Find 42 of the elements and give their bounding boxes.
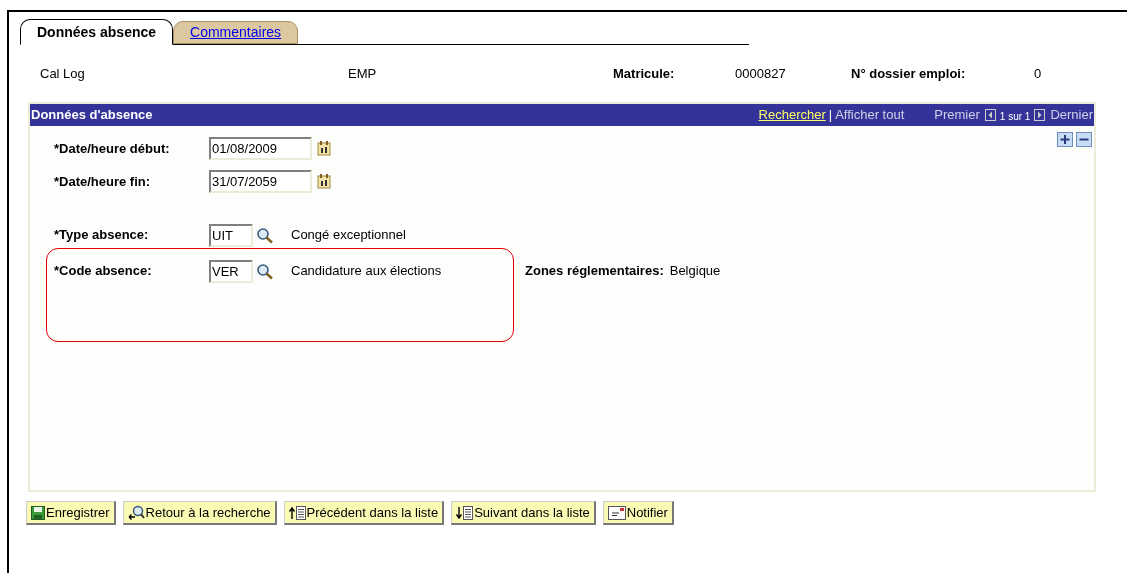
employee-type: EMP (348, 65, 378, 84)
field-label: *Date/heure début: (54, 139, 171, 158)
toolbar-button[interactable]: Retour à la recherche (122, 501, 277, 525)
employee-name: Cal Log (40, 65, 86, 84)
field-value: 0 (1034, 65, 1042, 84)
magnifier-arrow-icon (127, 505, 145, 520)
show-all-link[interactable]: Afficher tout (835, 105, 905, 125)
toolbar-button[interactable]: Suivant dans la liste (451, 501, 596, 525)
field-label: *Type absence: (54, 226, 150, 245)
field-value: Belgique (669, 262, 721, 281)
search-icon[interactable] (256, 262, 274, 280)
field-value: 0000827 (735, 65, 787, 84)
date-field[interactable]: 01/08/2009 (209, 137, 312, 160)
add-row-icon[interactable] (1057, 132, 1073, 147)
envelope-icon (607, 505, 626, 520)
field-label: *Date/heure fin: (54, 172, 152, 191)
field-label: Matricule: (613, 65, 676, 84)
code-field[interactable]: VER (209, 259, 253, 283)
up-arrow-list-icon (288, 505, 306, 520)
delete-row-icon[interactable] (1076, 132, 1092, 147)
code-field[interactable]: UIT (209, 223, 253, 247)
first-label: Premier (934, 106, 980, 125)
last-label: Dernier (1050, 106, 1093, 125)
tab[interactable]: Données absence (20, 19, 174, 45)
field-label: N° dossier emploi: (851, 65, 967, 84)
description: Candidature aux élections (291, 262, 443, 281)
tab[interactable]: Commentaires (173, 21, 299, 44)
toolbar-button[interactable]: Enregistrer (26, 501, 116, 525)
search-link[interactable]: Rechercher (758, 105, 826, 125)
search-icon[interactable] (256, 226, 274, 244)
toolbar-button[interactable]: Notifier (602, 501, 674, 525)
calendar-icon[interactable] (317, 174, 331, 189)
description: Congé exceptionnel (291, 226, 407, 245)
field-label: Zones réglementaires: (525, 262, 664, 281)
panel-title: Données d'absence (31, 106, 153, 125)
page-position: 1 sur 1 (999, 110, 1031, 124)
date-field[interactable]: 31/07/2059 (209, 170, 312, 193)
field-label: *Code absence: (54, 262, 153, 281)
down-arrow-list-icon (456, 505, 474, 520)
calendar-icon[interactable] (317, 141, 331, 156)
separator: | (828, 106, 833, 125)
toolbar-button[interactable]: Précédent dans la liste (283, 501, 445, 525)
